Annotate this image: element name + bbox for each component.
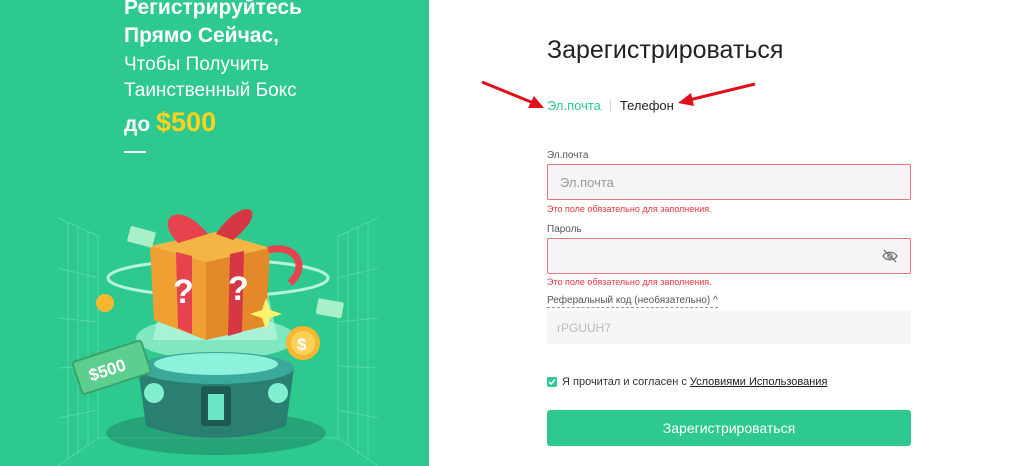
eye-off-icon[interactable] bbox=[882, 249, 898, 263]
password-error: Это поле обязательно для заполнения. bbox=[547, 277, 712, 287]
page-title: Зарегистрироваться bbox=[547, 36, 784, 64]
terms-link[interactable]: Условиями Использования bbox=[690, 376, 828, 388]
promo-headline-2: Прямо Сейчас, bbox=[124, 24, 279, 47]
gift-question-mark: ? bbox=[173, 273, 194, 311]
promo-offer-prefix: до bbox=[124, 113, 151, 136]
promo-divider bbox=[124, 151, 146, 153]
annotation-arrow-right bbox=[678, 82, 756, 106]
gift-question-mark-2: ? bbox=[228, 270, 249, 308]
password-field[interactable] bbox=[548, 239, 910, 273]
email-label: Эл.почта bbox=[547, 150, 589, 161]
chevron-up-icon: ^ bbox=[713, 295, 718, 306]
check-icon bbox=[548, 379, 556, 386]
referral-code-field[interactable] bbox=[547, 311, 911, 344]
terms-checkbox[interactable] bbox=[547, 377, 557, 387]
banknote-icon-3 bbox=[315, 298, 344, 319]
tab-bar: Эл.почта Телефон bbox=[547, 98, 674, 113]
referral-field-wrapper bbox=[547, 311, 911, 344]
tab-phone[interactable]: Телефон bbox=[620, 98, 674, 113]
coin-icon-2 bbox=[96, 294, 114, 312]
referral-label: Реферальный код (необязательно) bbox=[547, 295, 711, 306]
promo-panel: Регистрируйтесь Прямо Сейчас, Чтобы Полу… bbox=[0, 0, 429, 466]
terms-agreement: Я прочитал и согласен с Условиями Исполь… bbox=[547, 376, 827, 388]
email-field-wrapper bbox=[547, 164, 911, 200]
svg-text:$: $ bbox=[297, 335, 307, 354]
annotation-arrow-left bbox=[481, 80, 544, 108]
promo-offer-amount: $500 bbox=[156, 107, 217, 137]
promo-subline-2: Таинственный Бокс bbox=[124, 80, 297, 101]
mystery-box-illustration: ? ? $ $500 bbox=[58, 209, 378, 466]
promo-subline: Чтобы Получить bbox=[124, 54, 270, 75]
terms-text: Я прочитал и согласен с bbox=[562, 376, 687, 388]
register-button[interactable]: Зарегистрироваться bbox=[547, 410, 911, 446]
email-error: Это поле обязательно для заполнения. bbox=[547, 204, 712, 214]
banknote-icon: $500 bbox=[72, 339, 152, 395]
promo-headline: Регистрируйтесь bbox=[124, 0, 302, 19]
tab-email[interactable]: Эл.почта bbox=[547, 98, 601, 113]
email-field[interactable] bbox=[548, 165, 910, 199]
tab-divider bbox=[609, 99, 611, 112]
password-label: Пароль bbox=[547, 224, 582, 235]
banknote-icon-2 bbox=[127, 226, 156, 248]
referral-toggle[interactable]: Реферальный код (необязательно) ^ bbox=[547, 294, 718, 308]
promo-text: Регистрируйтесь Прямо Сейчас, Чтобы Полу… bbox=[124, 0, 302, 153]
promo-offer: до $500 bbox=[124, 106, 302, 141]
password-field-wrapper bbox=[547, 238, 911, 274]
